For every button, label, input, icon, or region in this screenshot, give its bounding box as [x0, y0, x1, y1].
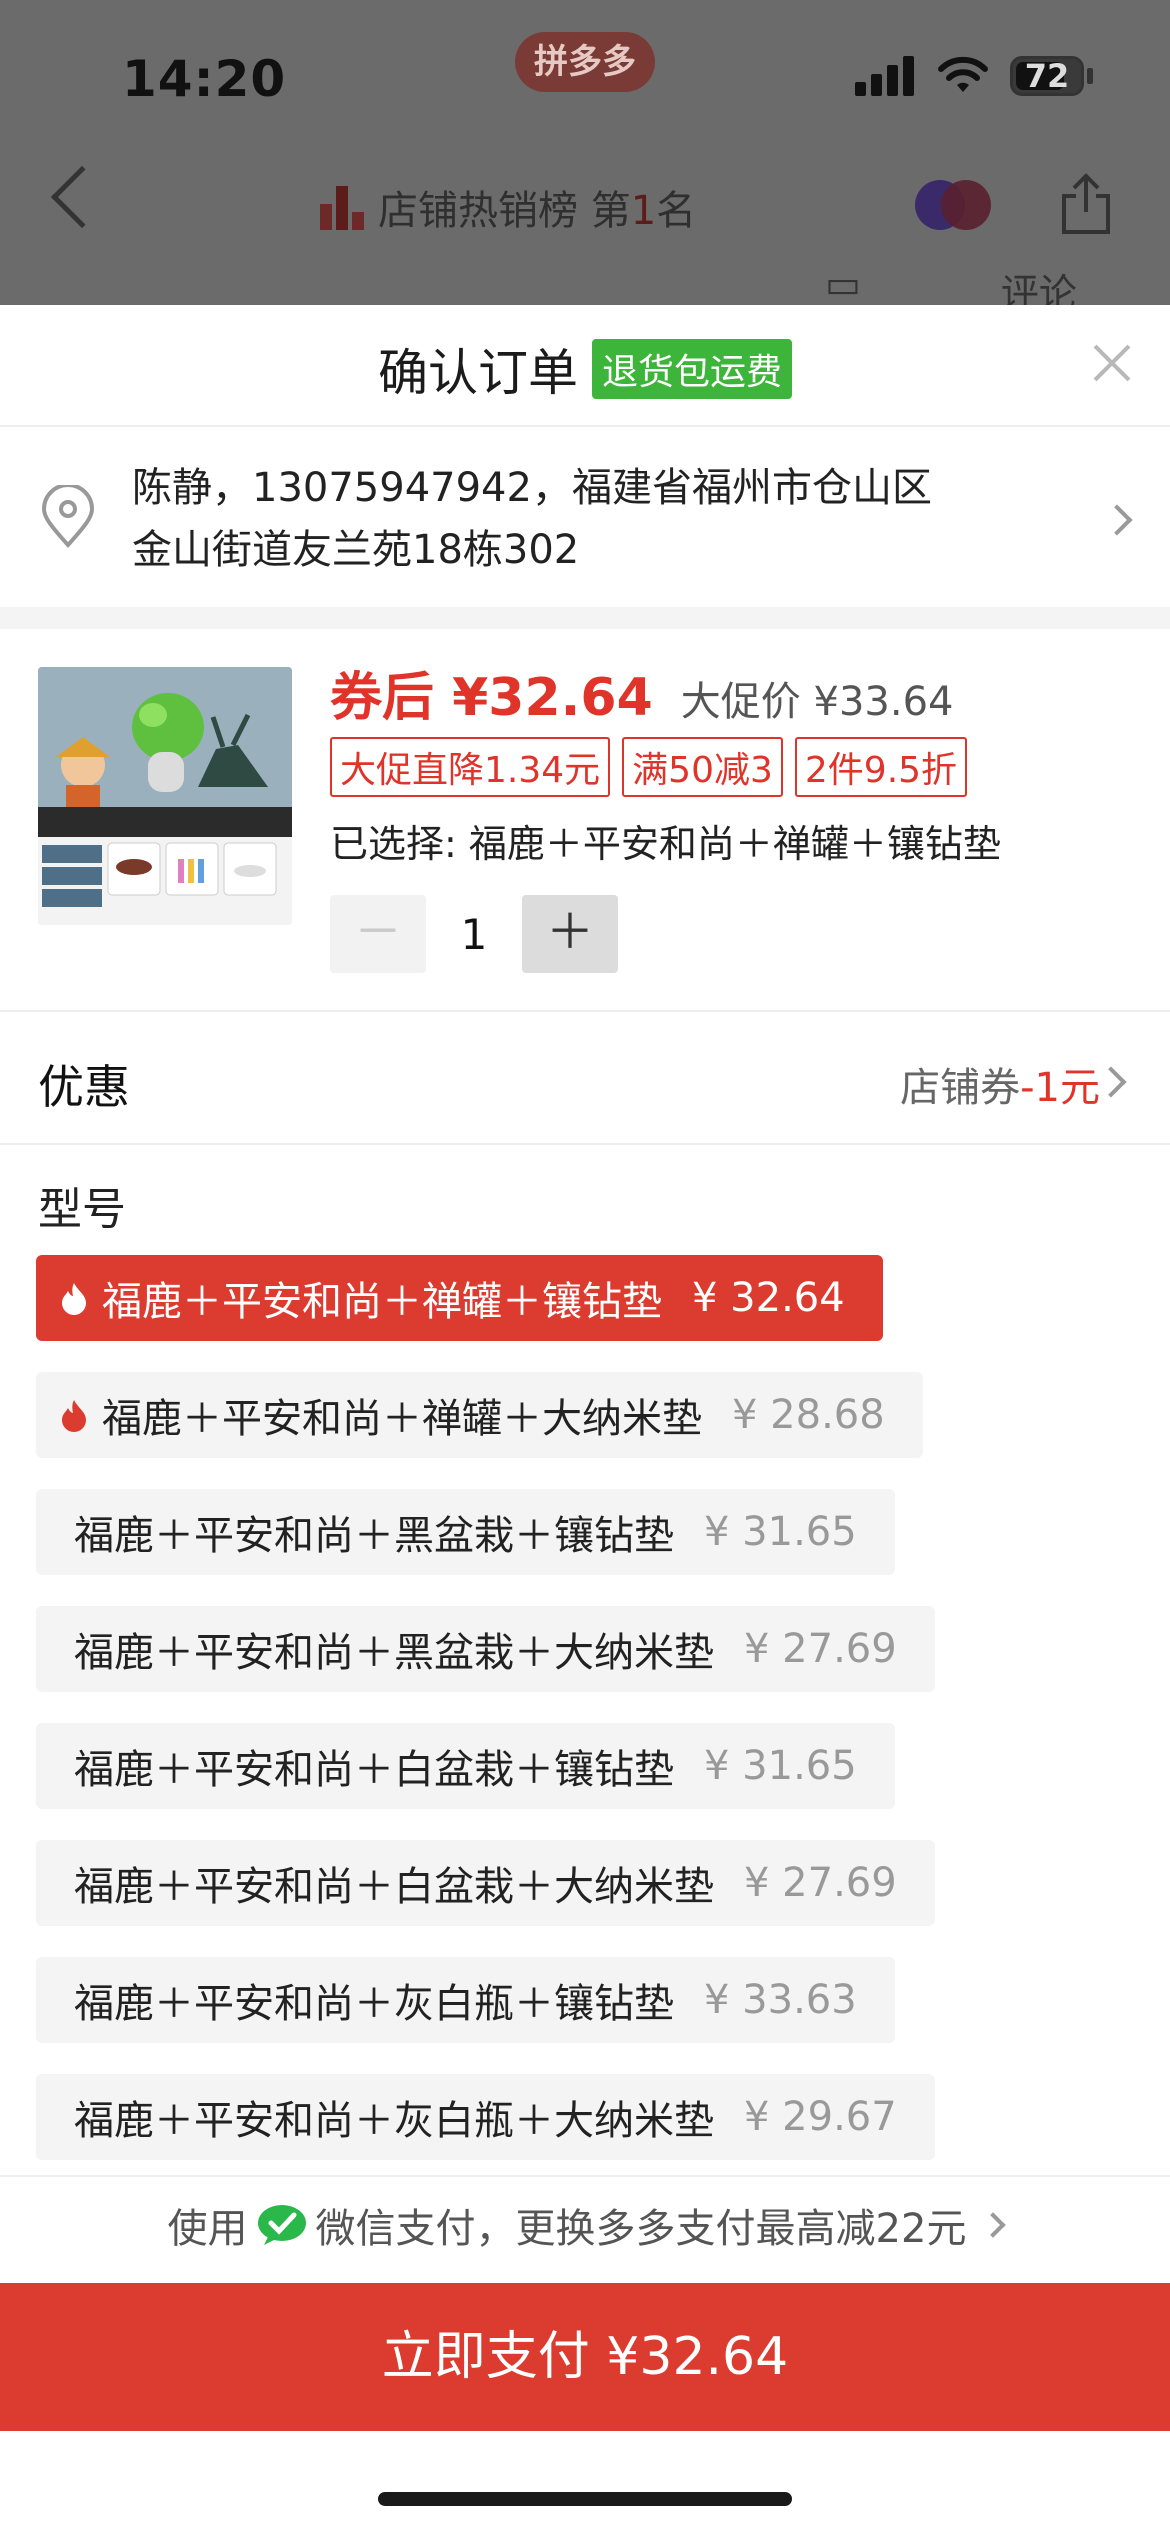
model-label: 型号	[38, 1184, 126, 1235]
flame-icon	[62, 1283, 86, 1315]
address-line-2: 金山街道友兰苑18栋302	[132, 527, 580, 573]
promo-price: 大促价 ¥33.64	[680, 679, 954, 725]
variant-option[interactable]: 福鹿＋平安和尚＋灰白瓶＋镶钻垫 ¥ 33.63	[36, 1957, 895, 2043]
variant-price: ¥ 31.65	[704, 1743, 857, 1789]
address-chevron-icon	[1101, 504, 1133, 536]
promo-tag: 2件9.5折	[794, 737, 968, 797]
pay-hint-prefix: 使用	[167, 2206, 248, 2252]
address-row[interactable]: 陈静，13075947942，福建省福州市仓山区 金山街道友兰苑18栋302	[0, 427, 1170, 607]
variant-option[interactable]: 福鹿＋平安和尚＋禅罐＋镶钻垫 ¥ 32.64	[36, 1255, 883, 1341]
variant-price: ¥ 31.65	[704, 1509, 857, 1555]
variant-price: ¥ 27.69	[744, 1860, 897, 1906]
price-after-coupon: 券后 ¥32.64	[330, 655, 653, 730]
decrease-button[interactable]: －	[330, 895, 426, 973]
battery-tip	[1087, 68, 1093, 84]
price-line: 券后 ¥32.64 大促价 ¥33.64	[330, 655, 953, 730]
share-icon[interactable]	[1058, 172, 1114, 236]
pay-now-button[interactable]: 立即支付 ¥32.64	[0, 2283, 1170, 2431]
confirm-order-sheet: 确认订单 退货包运费 陈静，13075947942，福建省福州市仓山区 金山街道…	[0, 305, 1170, 2532]
home-indicator[interactable]	[378, 2492, 792, 2506]
location-pin-icon	[41, 485, 95, 548]
quantity-value[interactable]: 1	[426, 910, 522, 959]
pay-hint-text: 微信支付，更换多多支付最高减22元	[315, 2206, 967, 2252]
hot-rank-text: 店铺热销榜 第	[378, 188, 631, 234]
price-after-label: 券后	[330, 668, 435, 728]
divider	[0, 1143, 1170, 1145]
variant-price: ¥ 27.69	[744, 1626, 897, 1672]
product-image[interactable]	[38, 667, 292, 925]
section-gap	[0, 607, 1170, 629]
divider	[0, 1010, 1170, 1012]
quantity-stepper: － 1 ＋	[330, 895, 618, 973]
variant-option[interactable]: 福鹿＋平安和尚＋黑盆栽＋镶钻垫 ¥ 31.65	[36, 1489, 895, 1575]
signal-icon	[855, 56, 917, 96]
background-page-header: 14:20 拼多多 72 店铺热销榜 第1名 ▭ 评论	[0, 0, 1170, 315]
back-icon[interactable]	[50, 165, 114, 229]
variant-name: 福鹿＋平安和尚＋白盆栽＋大纳米垫	[74, 1864, 714, 1910]
discount-amount: -1元	[1020, 1065, 1100, 1111]
brand-pill: 拼多多	[515, 32, 655, 92]
sheet-title: 确认订单 退货包运费	[0, 333, 1170, 405]
variant-option[interactable]: 福鹿＋平安和尚＋白盆栽＋镶钻垫 ¥ 31.65	[36, 1723, 895, 1809]
status-time: 14:20	[122, 50, 287, 108]
variant-price: ¥ 28.68	[732, 1392, 885, 1438]
variant-option[interactable]: 福鹿＋平安和尚＋黑盆栽＋大纳米垫 ¥ 27.69	[36, 1606, 935, 1692]
discount-chevron-icon	[1095, 1066, 1127, 1098]
address-line-1: 陈静，13075947942，福建省福州市仓山区	[132, 465, 932, 511]
variant-option[interactable]: 福鹿＋平安和尚＋白盆栽＋大纳米垫 ¥ 27.69	[36, 1840, 935, 1926]
increase-button[interactable]: ＋	[522, 895, 618, 973]
variant-price: ¥ 33.63	[704, 1977, 857, 2023]
rank-bars-icon	[320, 184, 364, 230]
address-text: 陈静，13075947942，福建省福州市仓山区 金山街道友兰苑18栋302	[132, 457, 932, 581]
hot-rank-suffix: 名	[656, 188, 697, 234]
brand-circles-icon[interactable]	[915, 180, 991, 230]
variant-option[interactable]: 福鹿＋平安和尚＋灰白瓶＋大纳米垫 ¥ 29.67	[36, 2074, 935, 2160]
discount-value: 店铺券-1元	[900, 1055, 1100, 1113]
variant-name: 福鹿＋平安和尚＋灰白瓶＋大纳米垫	[74, 2098, 714, 2144]
variant-name: 福鹿＋平安和尚＋禅罐＋大纳米垫	[102, 1396, 702, 1442]
sheet-title-text: 确认订单	[377, 344, 578, 402]
discount-label: 优惠	[38, 1060, 130, 1114]
variant-name: 福鹿＋平安和尚＋禅罐＋镶钻垫	[102, 1279, 662, 1325]
hot-rank-num: 1	[630, 188, 657, 234]
discount-row[interactable]: 优惠 店铺券-1元	[0, 1013, 1170, 1149]
variant-price: ¥ 29.67	[744, 2094, 897, 2140]
promo-tag: 大促直降1.34元	[330, 737, 611, 797]
variant-option[interactable]: 福鹿＋平安和尚＋禅罐＋大纳米垫 ¥ 28.68	[36, 1372, 923, 1458]
variant-name: 福鹿＋平安和尚＋黑盆栽＋大纳米垫	[74, 1630, 714, 1676]
price-after-value: ¥32.64	[452, 668, 653, 728]
flame-icon	[62, 1400, 86, 1432]
wechat-pay-icon	[257, 2205, 306, 2245]
product-photo-icon	[38, 667, 292, 925]
battery-level: 72	[1024, 57, 1070, 95]
variant-price: ¥ 32.64	[692, 1275, 845, 1321]
promo-tags: 大促直降1.34元 满50减3 2件9.5折	[330, 737, 968, 797]
wifi-icon	[938, 56, 988, 92]
discount-prefix: 店铺券	[900, 1065, 1021, 1111]
promo-tag: 满50减3	[622, 737, 783, 797]
free-return-tag: 退货包运费	[591, 339, 792, 399]
variant-name: 福鹿＋平安和尚＋灰白瓶＋镶钻垫	[74, 1981, 674, 2027]
hot-rank[interactable]: 店铺热销榜 第1名	[320, 178, 696, 236]
close-icon[interactable]	[1092, 343, 1132, 383]
battery-icon: 72	[1010, 56, 1084, 96]
pay-hint-chevron-icon	[980, 2212, 1007, 2238]
payment-method-hint[interactable]: 使用 微信支付，更换多多支付最高减22元	[0, 2175, 1170, 2273]
variant-name: 福鹿＋平安和尚＋黑盆栽＋镶钻垫	[74, 1513, 674, 1559]
variant-name: 福鹿＋平安和尚＋白盆栽＋镶钻垫	[74, 1747, 674, 1793]
selected-spec: 已选择: 福鹿＋平安和尚＋禅罐＋镶钻垫	[330, 822, 1001, 866]
